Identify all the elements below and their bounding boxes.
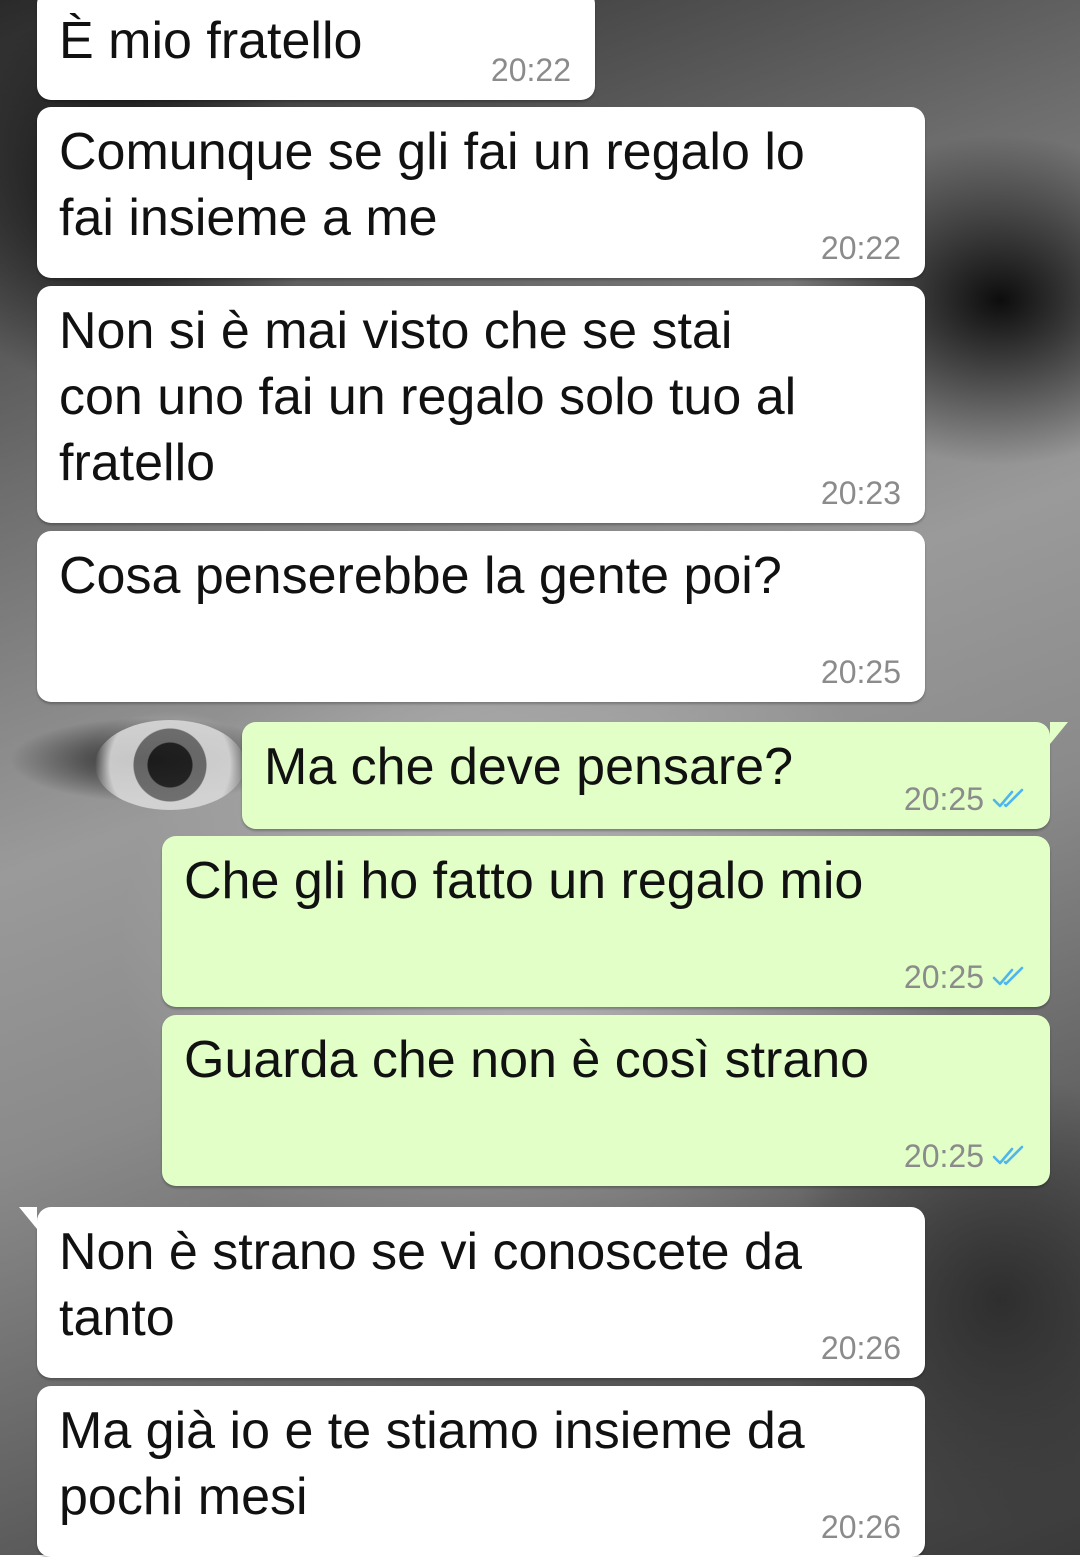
double-check-read-icon: [992, 1145, 1024, 1165]
double-check-read-icon: [992, 788, 1024, 808]
message-meta: 20:25: [904, 1136, 1026, 1176]
message-text: Che gli ho fatto un regalo mio: [184, 852, 864, 910]
incoming-message-bubble[interactable]: Non è strano se vi conoscete da tanto 20…: [19, 1207, 925, 1378]
message-text: Cosa penserebbe la gente poi?: [59, 547, 782, 605]
incoming-message-bubble[interactable]: Comunque se gli fai un regalo lo fai ins…: [37, 107, 925, 278]
message-meta: 20:26: [821, 1328, 901, 1368]
message-time: 20:26: [820, 1509, 901, 1545]
message-time: 20:23: [820, 475, 901, 511]
outgoing-message-bubble[interactable]: Guarda che non è così strano 20:25: [162, 1015, 1050, 1186]
double-check-read-icon: [992, 966, 1024, 986]
message-text: Non è strano se vi conoscete da tanto: [59, 1223, 802, 1347]
outgoing-message-bubble[interactable]: Ma che deve pensare? 20:25: [242, 722, 1068, 829]
chat-message-list[interactable]: È mio fratello 20:22 Comunque se gli fai…: [0, 0, 1080, 1557]
bubble-tail: [1050, 722, 1068, 744]
message-time: 20:22: [820, 230, 901, 266]
message-time: 20:25: [903, 781, 984, 817]
incoming-message-bubble[interactable]: Ma già io e te stiamo insieme da pochi m…: [37, 1386, 925, 1557]
message-time: 20:25: [903, 959, 984, 995]
message-meta: 20:25: [821, 652, 901, 692]
message-meta: 20:26: [821, 1507, 901, 1547]
message-time: 20:25: [820, 654, 901, 690]
outgoing-message-bubble[interactable]: Che gli ho fatto un regalo mio 20:25: [162, 836, 1050, 1007]
message-time: 20:25: [903, 1138, 984, 1174]
message-text: Non si è mai visto che se stai con uno f…: [59, 302, 797, 492]
message-meta: 20:23: [821, 473, 901, 513]
message-meta: 20:25: [904, 779, 1026, 819]
message-text: Ma già io e te stiamo insieme da pochi m…: [59, 1402, 805, 1526]
bubble-tail: [19, 1207, 37, 1229]
message-meta: 20:25: [904, 957, 1026, 997]
message-time: 20:26: [820, 1330, 901, 1366]
message-meta: 20:22: [491, 50, 571, 90]
message-text: Guarda che non è così strano: [184, 1031, 870, 1089]
message-meta: 20:22: [821, 228, 901, 268]
incoming-message-bubble[interactable]: È mio fratello 20:22: [37, 0, 595, 100]
message-time: 20:22: [490, 52, 571, 88]
incoming-message-bubble[interactable]: Non si è mai visto che se stai con uno f…: [37, 286, 925, 523]
message-text: Comunque se gli fai un regalo lo fai ins…: [59, 123, 805, 247]
incoming-message-bubble[interactable]: Cosa penserebbe la gente poi? 20:25: [37, 531, 925, 702]
